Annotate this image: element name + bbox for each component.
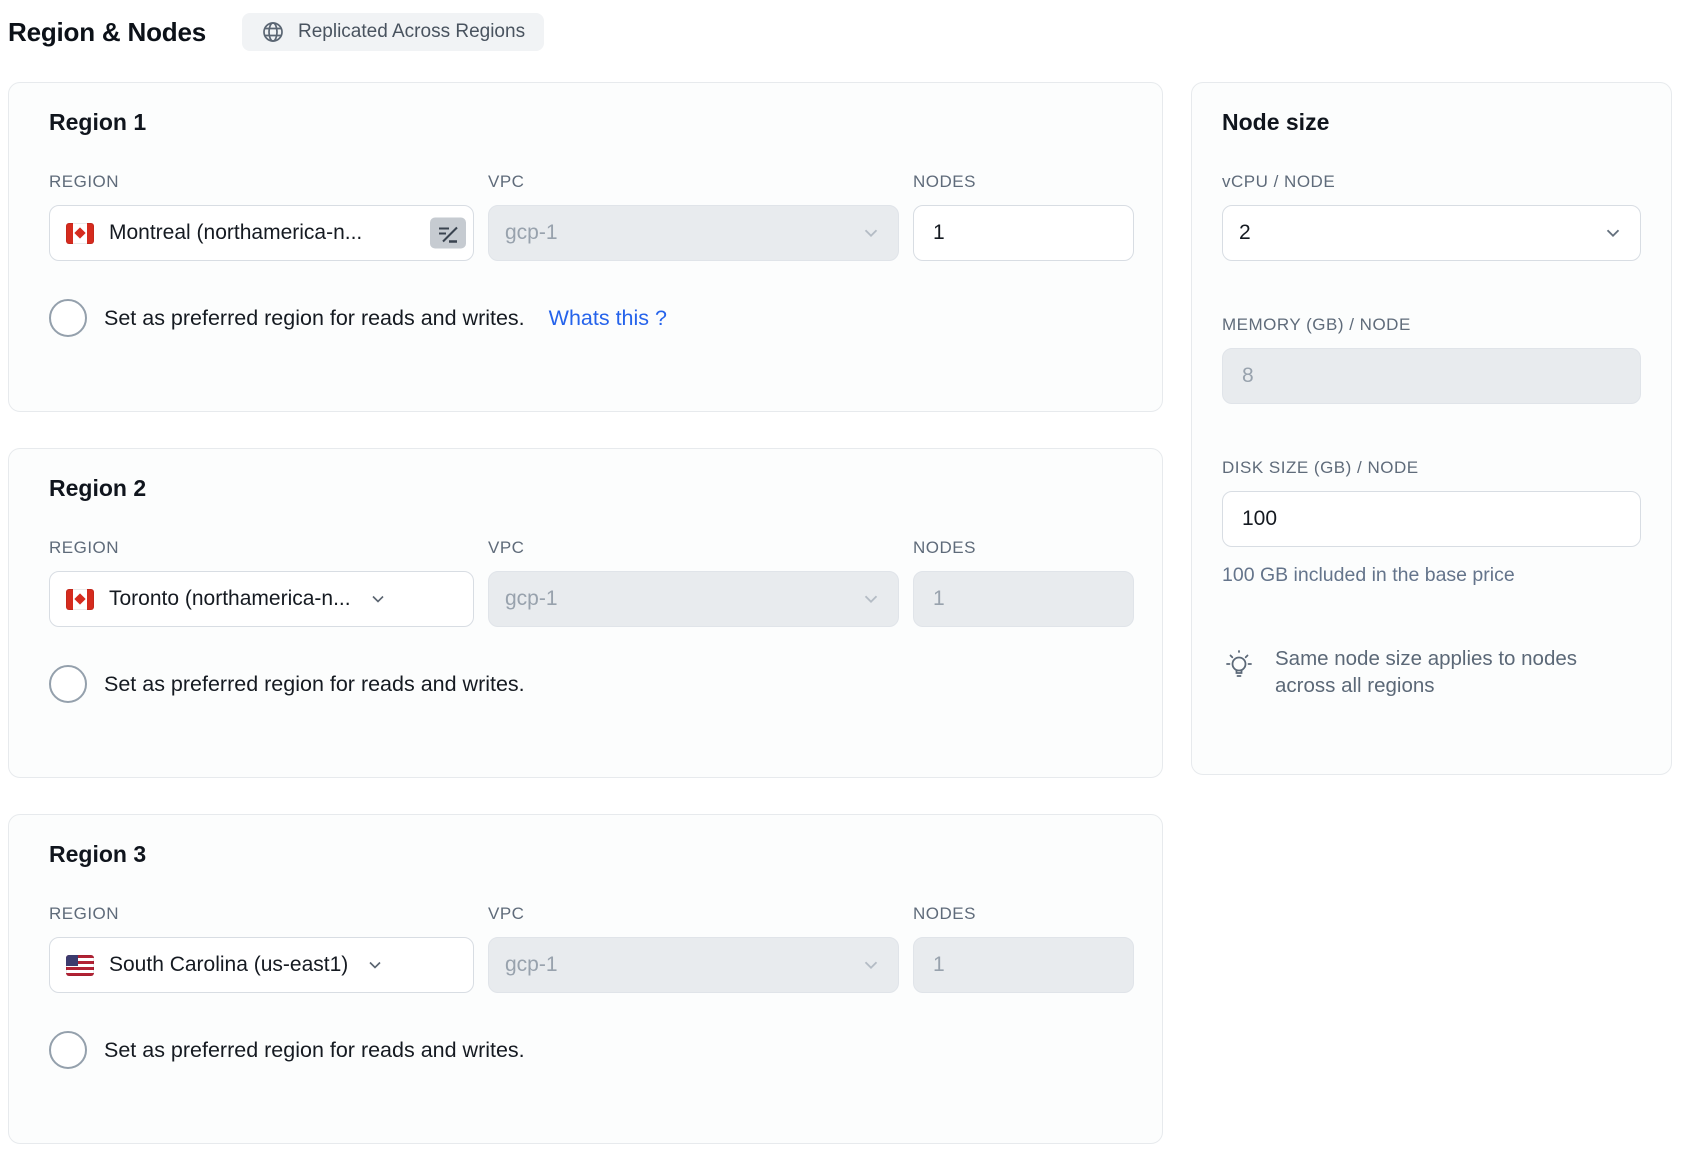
region-1-preferred-row: Set as preferred region for reads and wr… (49, 299, 1132, 337)
nodes-field-label: NODES (913, 904, 1134, 924)
region-3-vpc-value: gcp-1 (505, 953, 558, 977)
chevron-down-icon (860, 954, 882, 976)
region-1-region-select[interactable]: Montreal (northamerica-n... (49, 205, 474, 261)
region-1-card: Region 1 REGION Montreal (northamerica-n… (8, 82, 1163, 412)
replication-badge-label: Replicated Across Regions (298, 21, 525, 43)
region-2-card: Region 2 REGION Toronto (northamerica-n.… (8, 448, 1163, 778)
region-1-nodes-input[interactable] (913, 205, 1134, 261)
region-3-card: Region 3 REGION South Carolina (us-east1… (8, 814, 1163, 1144)
chevron-down-icon (368, 589, 388, 609)
region-1-nodes-field: NODES (913, 172, 1134, 261)
node-size-tip: Same node size applies to nodes across a… (1222, 645, 1641, 700)
canada-flag-icon (66, 223, 94, 244)
region-2-vpc-select: gcp-1 (488, 571, 899, 627)
region-2-vpc-value: gcp-1 (505, 587, 558, 611)
region-1-vpc-field: VPC gcp-1 (488, 172, 899, 261)
page-header: Region & Nodes Replicated Across Regions (8, 10, 1672, 54)
region-2-nodes-field: NODES (913, 538, 1134, 627)
region-1-region-field: REGION Montreal (northamerica-n... (49, 172, 474, 261)
us-flag-icon (66, 955, 94, 976)
region-2-preferred-radio[interactable] (49, 665, 87, 703)
region-nodes-page: Region & Nodes Replicated Across Regions… (0, 0, 1682, 1144)
region-2-title: Region 2 (49, 475, 1132, 502)
region-3-fields: REGION South Carolina (us-east1) VPC (49, 904, 1132, 993)
disk-size-field-label: DISK SIZE (GB) / NODE (1222, 458, 1641, 478)
chevron-down-icon (860, 588, 882, 610)
canada-flag-icon (66, 589, 94, 610)
region-2-fields: REGION Toronto (northamerica-n... VPC (49, 538, 1132, 627)
nodes-field-label: NODES (913, 172, 1134, 192)
chevron-down-icon (365, 955, 385, 975)
regions-column: Region 1 REGION Montreal (northamerica-n… (8, 82, 1163, 1144)
vcpu-field: vCPU / NODE 2 (1222, 172, 1641, 261)
region-3-region-value: South Carolina (us-east1) (109, 953, 348, 977)
region-field-label: REGION (49, 904, 474, 924)
region-3-region-field: REGION South Carolina (us-east1) (49, 904, 474, 993)
chevron-down-icon (1602, 222, 1624, 244)
region-field-label: REGION (49, 172, 474, 192)
region-1-vpc-select: gcp-1 (488, 205, 899, 261)
disk-size-field: DISK SIZE (GB) / NODE 100 GB included in… (1222, 458, 1641, 587)
memory-field-label: MEMORY (GB) / NODE (1222, 315, 1641, 335)
region-1-vpc-value: gcp-1 (505, 221, 558, 245)
region-2-preferred-row: Set as preferred region for reads and wr… (49, 665, 1132, 703)
chevron-down-icon (860, 222, 882, 244)
vpc-field-label: VPC (488, 538, 899, 558)
lightbulb-icon (1222, 645, 1256, 688)
region-3-preferred-radio[interactable] (49, 1031, 87, 1069)
nodes-field-label: NODES (913, 538, 1134, 558)
region-1-preferred-radio[interactable] (49, 299, 87, 337)
region-3-title: Region 3 (49, 841, 1132, 868)
region-3-nodes-input (913, 937, 1134, 993)
node-size-tip-text: Same node size applies to nodes across a… (1275, 645, 1605, 700)
node-size-title: Node size (1222, 109, 1641, 136)
globe-icon (261, 20, 285, 44)
disk-size-input[interactable] (1222, 491, 1641, 547)
page-title: Region & Nodes (8, 17, 206, 48)
region-1-region-value: Montreal (northamerica-n... (109, 221, 362, 245)
vcpu-value: 2 (1239, 221, 1251, 245)
vpc-field-label: VPC (488, 172, 899, 192)
region-2-region-value: Toronto (northamerica-n... (109, 587, 351, 611)
replication-badge: Replicated Across Regions (242, 13, 544, 51)
region-2-nodes-input (913, 571, 1134, 627)
main-layout: Region 1 REGION Montreal (northamerica-n… (8, 82, 1672, 1144)
vcpu-field-label: vCPU / NODE (1222, 172, 1641, 192)
region-1-title: Region 1 (49, 109, 1132, 136)
cursor-artifact-icon (430, 218, 466, 249)
disk-size-note: 100 GB included in the base price (1222, 564, 1641, 587)
region-3-vpc-select: gcp-1 (488, 937, 899, 993)
region-3-region-select[interactable]: South Carolina (us-east1) (49, 937, 474, 993)
region-field-label: REGION (49, 538, 474, 558)
region-3-preferred-row: Set as preferred region for reads and wr… (49, 1031, 1132, 1069)
memory-field: MEMORY (GB) / NODE (1222, 315, 1641, 404)
region-1-fields: REGION Montreal (northamerica-n... (49, 172, 1132, 261)
region-2-preferred-label: Set as preferred region for reads and wr… (104, 672, 525, 697)
node-size-card: Node size vCPU / NODE 2 MEMORY (GB) / NO… (1191, 82, 1672, 775)
whats-this-link[interactable]: Whats this ? (549, 306, 667, 331)
region-2-region-select[interactable]: Toronto (northamerica-n... (49, 571, 474, 627)
vpc-field-label: VPC (488, 904, 899, 924)
region-3-vpc-field: VPC gcp-1 (488, 904, 899, 993)
region-1-preferred-label: Set as preferred region for reads and wr… (104, 306, 525, 331)
vcpu-select[interactable]: 2 (1222, 205, 1641, 261)
region-3-nodes-field: NODES (913, 904, 1134, 993)
region-2-region-field: REGION Toronto (northamerica-n... (49, 538, 474, 627)
memory-input (1222, 348, 1641, 404)
region-2-vpc-field: VPC gcp-1 (488, 538, 899, 627)
region-3-preferred-label: Set as preferred region for reads and wr… (104, 1038, 525, 1063)
